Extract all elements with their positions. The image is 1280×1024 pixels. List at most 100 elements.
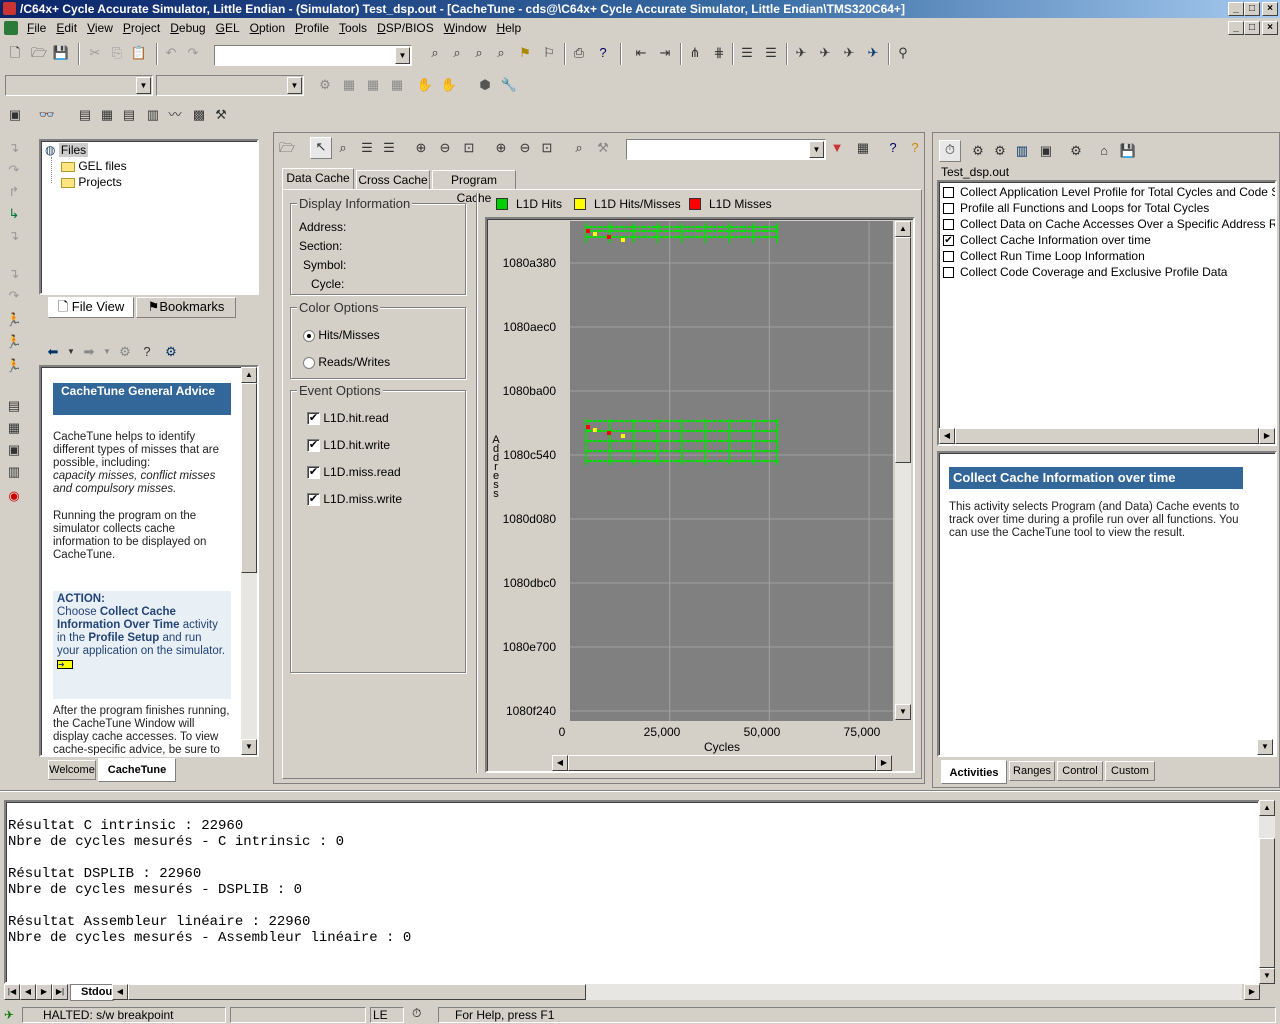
stop-build-icon[interactable]: ▦ [388, 76, 406, 94]
find-icon[interactable]: ⌕ [570, 139, 588, 157]
mixed-mode-icon[interactable]: ⋔ [686, 44, 704, 62]
chart-vscroll-thumb[interactable] [895, 237, 911, 463]
activity-item[interactable]: Profile all Functions and Loops for Tota… [939, 200, 1275, 216]
tab-stdout[interactable]: Stdout [70, 984, 114, 1001]
chevron-down-icon[interactable]: ▼ [287, 77, 302, 94]
run-to-cursor-icon[interactable]: ↳ [5, 205, 23, 223]
halt-icon[interactable]: 🏃 [5, 333, 23, 351]
open-folder-icon[interactable]: 🗁 [30, 44, 48, 62]
save-icon[interactable]: 💾 [52, 44, 70, 62]
outdent-icon[interactable]: ⇤ [632, 44, 650, 62]
activity-checkbox[interactable] [943, 187, 954, 199]
zoom-select-icon[interactable]: ⌕ [334, 139, 352, 157]
chevron-down-icon[interactable]: ▼ [809, 141, 824, 158]
callstack-view-icon[interactable]: ▥ [5, 463, 23, 481]
chevron-down-icon[interactable]: ▼ [136, 77, 151, 94]
tab-program-cache[interactable]: Program Cache [432, 170, 516, 205]
setup-icon-1[interactable]: ⚙ [969, 142, 987, 160]
open-icon[interactable]: 🗁 [278, 139, 296, 157]
scroll-up-button[interactable]: ▲ [241, 367, 257, 383]
tab-ranges[interactable]: Ranges [1009, 761, 1055, 781]
activity-checkbox[interactable]: ✔ [943, 235, 954, 247]
step-over-icon[interactable]: ✈ [840, 44, 858, 62]
rebuild-icon[interactable]: ▦ [364, 76, 382, 94]
config-combo[interactable]: ▼ [156, 75, 304, 96]
menu-gel[interactable]: GEL [211, 18, 245, 38]
probe-icon[interactable]: ⚲ [894, 44, 912, 62]
find-files-icon[interactable]: ⌕ [470, 44, 488, 62]
hlines-icon[interactable]: ☰ [358, 139, 376, 157]
chart-scroll-down[interactable]: ▼ [895, 704, 911, 720]
indent-icon[interactable]: ⇥ [656, 44, 674, 62]
output-scroll-right[interactable]: ▶ [1244, 984, 1260, 1000]
mdi-close-button[interactable]: × [1262, 21, 1278, 35]
run-icon[interactable]: ✈ [792, 44, 810, 62]
chart-scroll-up[interactable]: ▲ [895, 221, 911, 237]
output-scroll-left[interactable]: ◀ [112, 984, 128, 1000]
app-icon[interactable] [3, 2, 16, 15]
tab-last-button[interactable]: ▶| [52, 984, 68, 1000]
help-icon[interactable]: ? [884, 139, 902, 157]
disasm-icon[interactable]: ⋕ [710, 44, 728, 62]
new-file-icon[interactable]: 🗋 [6, 44, 24, 62]
zoom-x-fit-icon[interactable]: ⊡ [538, 139, 556, 157]
menu-help[interactable]: Help [491, 18, 526, 38]
setup-icon-2[interactable]: ⚙ [991, 142, 1009, 160]
setup-icon-3[interactable]: ▥ [1013, 142, 1031, 160]
incremental-build-icon[interactable]: ▦ [340, 76, 358, 94]
zoom-x-out-icon[interactable]: ⊖ [516, 139, 534, 157]
zoom-in-icon[interactable]: ⊕ [412, 139, 430, 157]
filter-icon[interactable]: ▼ [828, 139, 846, 157]
symbol-combo[interactable]: ▼ [626, 139, 826, 160]
tab-next-button[interactable]: ▶ [36, 984, 52, 1000]
zoom-fit-icon[interactable]: ⊡ [460, 139, 478, 157]
memory-icon[interactable]: ▤ [76, 106, 94, 124]
forward-arrow-icon[interactable]: ➡ [80, 343, 98, 361]
menu-project[interactable]: Project [118, 18, 165, 38]
output-scroll-up[interactable]: ▲ [1259, 800, 1275, 816]
activity-checkbox[interactable] [943, 203, 954, 215]
animate-icon[interactable]: 🏃 [5, 357, 23, 375]
back-arrow-icon[interactable]: ⬅ [44, 343, 62, 361]
activity-item[interactable]: Collect Application Level Profile for To… [939, 184, 1275, 200]
undo-icon[interactable]: ↶ [162, 44, 180, 62]
tab-file-view[interactable]: 🗋 File View [48, 297, 134, 318]
watch-view-icon[interactable]: ▣ [5, 441, 23, 459]
tree-item-gel-files[interactable]: GEL files [61, 159, 127, 173]
activity-item[interactable]: ✔ Collect Cache Information over time [939, 232, 1275, 248]
print-icon[interactable]: ⎙ [570, 44, 588, 62]
asm-step-icon[interactable]: ↴ [5, 265, 23, 283]
mdi-minimize-button[interactable]: _ [1228, 21, 1244, 35]
image-icon[interactable]: ▩ [190, 106, 208, 124]
radio-hits-misses[interactable]: Hits/Misses [303, 328, 380, 342]
tab-first-button[interactable]: |◀ [4, 984, 20, 1000]
step-out-icon[interactable]: ↱ [5, 183, 23, 201]
menu-view[interactable]: View [82, 18, 118, 38]
menu-debug[interactable]: Debug [165, 18, 210, 38]
event-miss-write[interactable]: ✔ L1D.miss.write [307, 492, 402, 507]
activity-item[interactable]: Collect Data on Cache Accesses Over a Sp… [939, 216, 1275, 232]
tab-control[interactable]: Control [1057, 761, 1103, 781]
toggle-bp-icon[interactable]: ✋ [416, 76, 434, 94]
menu-window[interactable]: Window [439, 18, 492, 38]
vlines-icon[interactable]: ☰ [380, 139, 398, 157]
graph-time-icon[interactable]: 〰 [166, 106, 184, 124]
radio-reads-writes[interactable]: Reads/Writes [303, 355, 390, 369]
tree-root[interactable]: ◍ Files [45, 143, 89, 157]
output-vscroll-thumb[interactable] [1259, 838, 1275, 968]
tab-prev-button[interactable]: ◀ [20, 984, 36, 1000]
activities-hscroll-thumb[interactable] [955, 428, 1259, 444]
activity-checkbox[interactable] [943, 219, 954, 231]
tab-activities[interactable]: Activities [941, 760, 1007, 784]
scroll-down-button[interactable]: ▼ [241, 739, 257, 755]
compile-icon[interactable]: ⚙ [316, 76, 334, 94]
build-icon[interactable]: ✈ [864, 44, 882, 62]
profile-setup-icon[interactable]: ⚒ [212, 106, 230, 124]
pointer-icon[interactable]: ↖ [310, 137, 332, 159]
find-dir-icon[interactable]: ⌕ [492, 44, 510, 62]
find-combo[interactable]: ▼ [214, 45, 412, 66]
activity-checkbox[interactable] [943, 267, 954, 279]
asm-over-icon[interactable]: ↷ [5, 287, 23, 305]
output-hscroll-thumb[interactable] [128, 984, 586, 1000]
help-icon[interactable]: ? [138, 343, 156, 361]
